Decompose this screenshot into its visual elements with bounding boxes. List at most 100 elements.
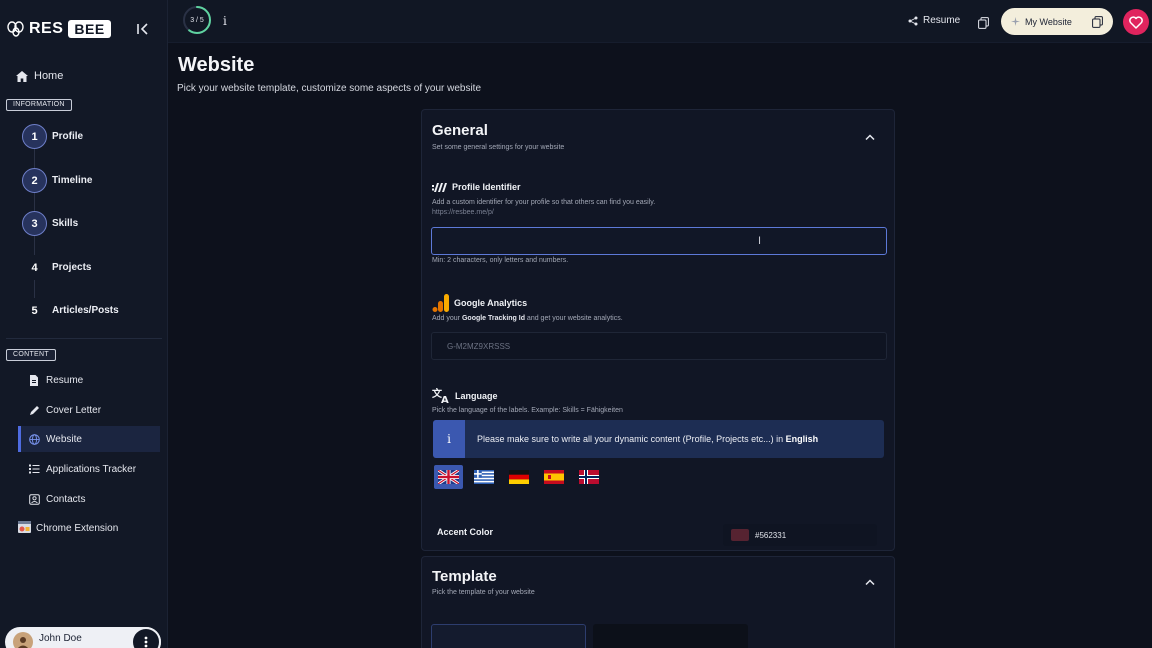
- bee-icon: [6, 19, 26, 39]
- sparkle-icon: [1011, 17, 1020, 26]
- info-icon: i: [433, 420, 465, 458]
- flag-option-germany[interactable]: [504, 465, 533, 489]
- heart-icon: [1129, 15, 1143, 29]
- chevron-up-icon: [865, 134, 875, 140]
- flag-option-spain[interactable]: [539, 465, 568, 489]
- step-label: Profile: [52, 131, 84, 142]
- template-card: Template Pick the template of your websi…: [421, 556, 895, 648]
- sidebar: RES BEE Home INFORMATION 1 Profile 2 Tim…: [0, 0, 168, 648]
- step-label: Articles/Posts: [52, 305, 119, 316]
- contacts-icon: [28, 493, 40, 505]
- language-header: 文A Language: [432, 388, 498, 403]
- accent-color-swatch: [731, 529, 749, 541]
- sidebar-item-label: Home: [34, 70, 64, 82]
- sidebar-item-label: Chrome Extension: [36, 523, 119, 534]
- profile-identifier-input[interactable]: [431, 227, 887, 255]
- sidebar-item-label: Contacts: [46, 493, 86, 505]
- general-card-title: General: [432, 122, 488, 139]
- page-title: Website: [178, 54, 255, 76]
- resume-link-label: Resume: [923, 15, 961, 26]
- template-option-1[interactable]: [431, 624, 586, 648]
- accent-color-picker[interactable]: #562331: [723, 524, 877, 546]
- sidebar-item-home[interactable]: Home: [16, 70, 63, 82]
- resume-share-link[interactable]: Resume: [908, 15, 960, 26]
- flag-option-uk[interactable]: [434, 465, 463, 489]
- language-banner-text: Please make sure to write all your dynam…: [477, 434, 819, 444]
- language-description: Pick the language of the labels. Example…: [432, 407, 623, 414]
- copy-resume-link-button[interactable]: [976, 16, 990, 30]
- accent-color-label: Accent Color: [437, 527, 494, 537]
- sidebar-item-label: Resume: [46, 374, 84, 386]
- google-analytics-description: Add your Google Tracking Id and get your…: [432, 315, 623, 322]
- accent-color-value: #562331: [755, 530, 787, 540]
- language-info-banner: i Please make sure to write all your dyn…: [433, 420, 884, 458]
- my-website-label: My Website: [1025, 16, 1072, 27]
- step-number: 2: [22, 168, 47, 193]
- step-label: Timeline: [52, 175, 93, 186]
- logo[interactable]: RES BEE: [6, 19, 111, 39]
- greece-flag-icon: [473, 470, 494, 484]
- sidebar-divider: [6, 338, 162, 339]
- sidebar-item-label: Applications Tracker: [46, 463, 137, 475]
- sidebar-item-chrome-extension[interactable]: Chrome Extension: [18, 521, 118, 536]
- flag-option-greece[interactable]: [469, 465, 498, 489]
- google-analytics-header: Google Analytics: [432, 294, 527, 312]
- sidebar-step-skills[interactable]: 3 Skills: [22, 211, 78, 236]
- copy-website-link-button[interactable]: [1091, 15, 1105, 29]
- step-label: Projects: [52, 262, 92, 273]
- info-icon[interactable]: i: [223, 14, 227, 28]
- step-number: 1: [22, 124, 47, 149]
- sidebar-step-articles[interactable]: 5 Articles/Posts: [22, 298, 119, 323]
- share-icon: [908, 16, 918, 25]
- sidebar-step-timeline[interactable]: 2 Timeline: [22, 168, 92, 193]
- profile-identifier-header: Profile Identifier: [432, 182, 521, 192]
- logo-text-res: RES: [29, 20, 64, 37]
- language-label: Language: [455, 390, 498, 401]
- step-number: 5: [22, 298, 47, 323]
- my-website-button[interactable]: My Website: [1001, 8, 1113, 35]
- sidebar-step-projects[interactable]: 4 Projects: [22, 255, 91, 280]
- sidebar-item-cover-letter[interactable]: Cover Letter: [18, 397, 160, 423]
- text-cursor-icon: I: [758, 235, 762, 247]
- sidebar-item-contacts[interactable]: Contacts: [18, 486, 160, 512]
- logo-text-bee: BEE: [68, 20, 111, 38]
- page-subtitle: Pick your website template, customize so…: [177, 83, 482, 94]
- uk-flag-icon: [438, 470, 459, 484]
- profile-identifier-hint: Min: 2 characters, only letters and numb…: [432, 257, 569, 264]
- template-card-title: Template: [432, 568, 497, 585]
- general-card-subtitle: Set some general settings for your websi…: [432, 144, 565, 151]
- user-menu-button[interactable]: [131, 627, 161, 648]
- favorite-button[interactable]: [1123, 9, 1149, 35]
- collapse-general-button[interactable]: [864, 131, 876, 143]
- flag-option-norway[interactable]: [574, 465, 603, 489]
- step-number: 3: [22, 211, 47, 236]
- profile-identifier-label: Profile Identifier: [452, 182, 521, 192]
- germany-flag-icon: [508, 470, 529, 484]
- user-name: John Doe: [39, 632, 82, 644]
- translate-icon: 文A: [432, 388, 449, 403]
- sidebar-item-label: Cover Letter: [46, 404, 102, 416]
- norway-flag-icon: [578, 470, 599, 484]
- template-card-subtitle: Pick the template of your website: [432, 589, 535, 596]
- sidebar-step-profile[interactable]: 1 Profile: [22, 124, 83, 149]
- template-option-2[interactable]: [593, 624, 748, 648]
- information-section-badge: INFORMATION: [6, 99, 72, 111]
- collapse-sidebar-button[interactable]: [134, 20, 152, 38]
- language-flag-picker: [434, 465, 603, 489]
- sidebar-item-website[interactable]: Website: [18, 426, 160, 452]
- sidebar-item-label: Website: [46, 433, 82, 445]
- globe-icon: [28, 433, 40, 445]
- profile-identifier-description: Add a custom identifier for your profile…: [432, 199, 656, 206]
- sidebar-item-resume[interactable]: Resume: [18, 367, 160, 393]
- top-bar: 3 / 5 i Resume My Website: [168, 0, 1152, 43]
- collapse-template-button[interactable]: [864, 576, 876, 588]
- collapse-icon: [137, 23, 148, 35]
- google-analytics-input[interactable]: [431, 332, 887, 360]
- sidebar-item-applications-tracker[interactable]: Applications Tracker: [18, 456, 160, 482]
- user-profile-pill[interactable]: John Doe: [5, 627, 161, 648]
- progress-text: 3 / 5: [190, 16, 204, 24]
- step-number: 4: [22, 255, 47, 280]
- content-section-badge: CONTENT: [6, 349, 56, 361]
- pen-icon: [28, 404, 40, 416]
- copy-icon: [977, 17, 989, 29]
